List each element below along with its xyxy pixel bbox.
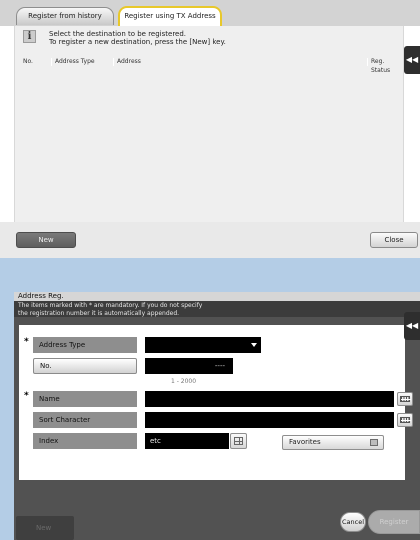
new-button[interactable]: New	[16, 232, 76, 248]
instructions-line-1: The items marked with * are mandatory. I…	[18, 302, 203, 309]
column-divider	[367, 58, 368, 66]
info-icon: i	[23, 30, 36, 43]
close-button[interactable]: Close	[370, 232, 418, 248]
sort-character-field[interactable]	[145, 412, 394, 428]
new-button-disabled: New	[16, 516, 74, 540]
number-range-hint: 1 - 2000	[171, 378, 197, 385]
cancel-button[interactable]: Cancel	[340, 512, 366, 532]
dialog-title: Address Reg.	[14, 292, 420, 301]
address-type-label: Address Type	[33, 337, 137, 353]
index-select-button[interactable]	[230, 433, 247, 449]
index-label: Index	[33, 433, 137, 449]
list-header: No. Address Type Address Reg. Status	[15, 57, 405, 74]
column-header-address: Address	[117, 58, 141, 65]
tab-bar: Register from history Register using TX …	[0, 0, 420, 26]
info-message: Select the destination to be registered.…	[49, 30, 226, 46]
register-button[interactable]: Register	[368, 510, 420, 534]
column-header-no: No.	[23, 58, 33, 65]
column-divider	[113, 58, 114, 66]
info-message-line-2: To register a new destination, press the…	[49, 38, 226, 46]
number-field[interactable]: ----	[145, 358, 233, 374]
name-label: Name	[33, 391, 137, 407]
number-value: ----	[214, 362, 225, 370]
keyboard-icon	[400, 417, 411, 423]
favorites-label: Favorites	[289, 438, 321, 446]
required-marker: *	[24, 337, 29, 347]
number-button[interactable]: No.	[33, 358, 137, 374]
column-divider	[51, 58, 52, 66]
dialog-button-bar: New Cancel Register	[14, 504, 420, 540]
instructions-line-2: the registration number it is automatica…	[18, 309, 180, 317]
column-header-reg-status: Reg. Status	[371, 58, 391, 74]
chevron-down-icon	[251, 343, 257, 347]
favorites-checkbox	[370, 439, 378, 446]
address-reg-dialog: Address Reg. The items marked with * are…	[14, 292, 420, 540]
tab-register-from-history[interactable]: Register from history	[16, 7, 114, 25]
back-arrow-icon: ◀◀	[405, 321, 419, 330]
sort-character-label: Sort Character	[33, 412, 137, 428]
name-keyboard-button[interactable]	[397, 392, 413, 406]
address-list-panel: Register from history Register using TX …	[0, 0, 420, 258]
favorites-toggle[interactable]: Favorites	[282, 435, 384, 450]
name-field[interactable]	[145, 391, 394, 407]
info-message-line-1: Select the destination to be registered.	[49, 30, 187, 38]
bottom-toolbar: New Close	[0, 222, 420, 258]
grid-icon	[234, 437, 243, 445]
back-button[interactable]: ◀◀	[404, 46, 420, 74]
dialog-back-button[interactable]: ◀◀	[404, 312, 420, 340]
back-arrow-icon: ◀◀	[405, 55, 419, 64]
tab-register-using-tx-address[interactable]: Register using TX Address	[118, 6, 222, 26]
keyboard-icon	[400, 396, 411, 402]
index-field[interactable]: etc	[145, 433, 229, 449]
column-header-address-type: Address Type	[55, 58, 95, 65]
dialog-instructions: The items marked with * are mandatory. I…	[14, 301, 420, 317]
address-type-dropdown[interactable]	[145, 337, 261, 353]
required-marker: *	[24, 391, 29, 401]
message-area: i Select the destination to be registere…	[14, 26, 404, 222]
sort-character-keyboard-button[interactable]	[397, 413, 413, 427]
registration-form: * Address Type No. ---- 1 - 2000 * Name …	[19, 325, 413, 480]
